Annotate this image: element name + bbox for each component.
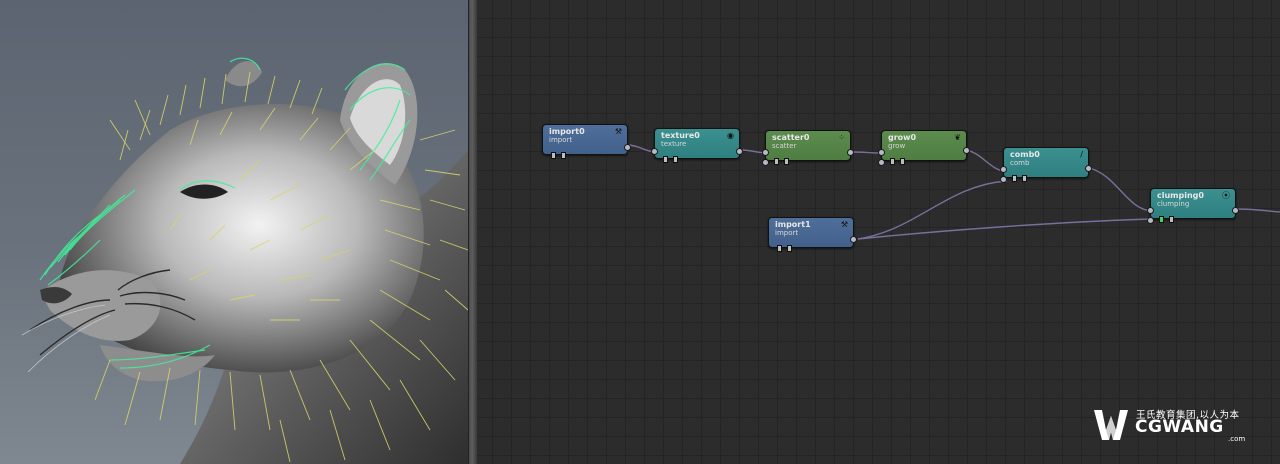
input-port[interactable] [1147,207,1154,214]
output-port[interactable] [963,147,970,154]
node-type: clumping [1157,200,1190,208]
node-title: import1 [775,220,811,229]
output-port[interactable] [624,144,631,151]
node-title: import0 [549,127,585,136]
tiger-head-render [21,57,468,464]
hammer-icon: ⚒ [614,127,622,136]
input-port[interactable] [651,148,658,155]
display-toggle[interactable] [561,152,566,159]
node-clumping0[interactable]: clumping0 clumping ⦿ [1147,188,1239,224]
hammer-icon: ⚒ [840,220,848,229]
node-type: comb [1010,159,1030,167]
node-title: clumping0 [1157,191,1204,200]
display-toggle[interactable] [1022,175,1027,182]
output-port[interactable] [1232,207,1239,214]
scatter-dots-icon: ⁘ [838,133,845,142]
display-toggle[interactable] [1169,216,1174,223]
output-port[interactable] [847,149,854,156]
leaf-icon: ❦ [954,133,961,142]
node-type: scatter [772,142,797,150]
node-comb0[interactable]: comb0 comb / [1000,147,1092,183]
eye-icon: ◉ [727,131,734,140]
node-import0[interactable]: import0 import ⚒ [542,124,631,159]
node-graph-editor[interactable]: import0 import ⚒ texture0 texture ◉ scat… [477,0,1280,464]
node-scatter0[interactable]: scatter0 scatter ⁘ [762,130,854,166]
clump-icon: ⦿ [1222,191,1230,200]
node-title: scatter0 [772,133,810,142]
output-port[interactable] [736,148,743,155]
bypass-toggle[interactable] [551,152,556,159]
viewport-3d[interactable] [0,0,468,464]
watermark-domain: .com [1228,435,1246,443]
node-type: texture [661,140,687,148]
bypass-toggle[interactable] [774,158,779,165]
input-port[interactable] [1147,217,1154,224]
display-toggle[interactable] [787,245,792,252]
node-title: texture0 [661,131,700,140]
node-type: import [775,229,799,237]
bypass-toggle[interactable] [1159,216,1164,223]
node-texture0[interactable]: texture0 texture ◉ [651,128,743,163]
display-toggle[interactable] [900,158,905,165]
node-grow0[interactable]: grow0 grow ❦ [878,130,970,166]
bypass-toggle[interactable] [1012,175,1017,182]
input-port[interactable] [762,149,769,156]
node-import1[interactable]: import1 import ⚒ [768,217,857,252]
connection-wires [626,144,1280,240]
watermark-brand: CGWANG [1135,417,1224,437]
wire-comb0-clumping0 [1088,167,1153,212]
input-port[interactable] [1000,176,1007,183]
output-port[interactable] [850,236,857,243]
wire-import1-comb0 [857,180,1008,240]
display-toggle[interactable] [784,158,789,165]
comb-icon: / [1080,150,1083,159]
cgwang-logo-icon [1094,410,1128,440]
node-title: grow0 [888,133,917,142]
display-toggle[interactable] [673,156,678,163]
input-port[interactable] [878,149,885,156]
bypass-toggle[interactable] [777,245,782,252]
wire-import1-clumping0 [857,218,1153,240]
wire-clumping0-out [1236,208,1280,213]
input-port[interactable] [878,159,885,166]
bypass-toggle[interactable] [890,158,895,165]
bypass-toggle[interactable] [663,156,668,163]
node-type: import [549,136,573,144]
output-port[interactable] [1085,165,1092,172]
node-title: comb0 [1010,150,1040,159]
input-port[interactable] [762,159,769,166]
cgwang-watermark: 王氏教育集团,以人为本 CGWANG .com [1092,404,1252,446]
node-type: grow [888,142,906,150]
input-port[interactable] [1000,166,1007,173]
